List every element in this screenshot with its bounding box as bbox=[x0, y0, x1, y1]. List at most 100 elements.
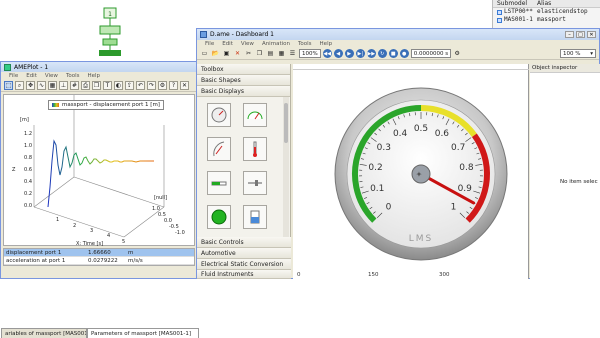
maximize-icon[interactable]: □ bbox=[576, 31, 585, 38]
help-icon[interactable]: ? bbox=[169, 81, 178, 90]
menu-file[interactable]: File bbox=[205, 40, 214, 48]
time-settings-icon[interactable]: ⚙ bbox=[453, 49, 462, 58]
close-plot-icon[interactable]: ✕ bbox=[180, 81, 189, 90]
quarter-gauge-widget-icon[interactable] bbox=[207, 137, 231, 161]
curve-icon[interactable]: ∿ bbox=[37, 81, 46, 90]
table-row[interactable]: displacement port 1 1.66660 m bbox=[4, 249, 194, 257]
bar-widget-icon[interactable] bbox=[207, 171, 231, 195]
thermometer-widget-icon[interactable] bbox=[243, 137, 267, 161]
open-icon[interactable]: 📂 bbox=[211, 49, 220, 58]
menu-help[interactable]: Help bbox=[88, 72, 101, 80]
variable-value: 1.66660 bbox=[86, 249, 126, 256]
dashboard-app-icon bbox=[200, 31, 207, 38]
menu-tools[interactable]: Tools bbox=[66, 72, 80, 80]
row-checkbox[interactable] bbox=[497, 10, 502, 15]
section-electrical-static-conversion[interactable]: Electrical Static Conversion bbox=[197, 259, 291, 270]
ruler-bottom: 0 150 300 bbox=[293, 272, 529, 279]
variable-name: acceleration at port 1 bbox=[4, 257, 86, 264]
dashboard-titlebar[interactable]: D.ame - Dashboard 1 – □ ✕ bbox=[197, 29, 599, 40]
tab-variables[interactable]: ariables of massport [MAS001-1] bbox=[1, 328, 87, 338]
menu-animation[interactable]: Animation bbox=[262, 40, 290, 48]
select-tool-icon[interactable]: ⬚ bbox=[4, 81, 13, 90]
toolbox-panel: Toolbox Basic Shapes Basic Displays bbox=[197, 64, 291, 279]
pan-icon[interactable]: ✥ bbox=[26, 81, 35, 90]
delete-icon[interactable]: ✕ bbox=[233, 49, 242, 58]
stop-icon[interactable]: ■ bbox=[389, 49, 398, 58]
rewind-icon[interactable]: ◀◀ bbox=[323, 49, 332, 58]
play-icon[interactable]: ▶ bbox=[345, 49, 354, 58]
scrollbar-thumb[interactable] bbox=[284, 103, 288, 143]
z-tick: 0.2 bbox=[24, 191, 32, 197]
ameplot-bottom-tabs: ariables of massport [MAS001-1] Paramete… bbox=[1, 328, 199, 338]
zoom-select[interactable]: 100 % ▾ bbox=[560, 49, 596, 58]
dashboard-canvas[interactable]: 00.10.20.30.40.50.60.70.80.91 ✦ LMS 0 15… bbox=[293, 64, 529, 279]
export-icon[interactable]: ⇪ bbox=[125, 81, 134, 90]
section-basic-displays[interactable]: Basic Displays bbox=[197, 86, 290, 97]
row-checkbox[interactable] bbox=[497, 18, 502, 23]
z-tick: 0.4 bbox=[24, 179, 32, 185]
loop-icon[interactable]: ↻ bbox=[378, 49, 387, 58]
submodel-table-header: Submodel Alias bbox=[493, 0, 600, 8]
x-tick: 5 bbox=[122, 239, 125, 245]
menu-help[interactable]: Help bbox=[320, 40, 333, 48]
grid-icon[interactable]: # bbox=[70, 81, 79, 90]
legend-label: massport - displacement port 1 [m] bbox=[62, 102, 160, 108]
toolbox-scrollbar[interactable] bbox=[283, 97, 289, 237]
menu-view[interactable]: View bbox=[45, 72, 58, 80]
menu-edit[interactable]: Edit bbox=[222, 40, 233, 48]
tank-widget-icon[interactable] bbox=[243, 205, 267, 229]
axis-icon[interactable]: ⊥ bbox=[59, 81, 68, 90]
slider-widget-icon[interactable] bbox=[243, 171, 267, 195]
paste-icon[interactable]: ▤ bbox=[266, 49, 275, 58]
color-icon[interactable]: ◐ bbox=[114, 81, 123, 90]
gauge-label: 0 bbox=[386, 203, 392, 213]
speed-select[interactable]: 100% bbox=[299, 49, 321, 58]
grid-icon[interactable]: ▦ bbox=[277, 49, 286, 58]
plot-area[interactable]: 1.2 1.0 0.8 0.6 0.4 0.2 0.0 [m] Z 1 2 3 … bbox=[3, 94, 195, 246]
text-icon[interactable]: T bbox=[103, 81, 112, 90]
gauge-widget-icon[interactable] bbox=[207, 103, 231, 127]
table-row[interactable]: LSTP00** elasticendstop bbox=[493, 8, 600, 16]
menu-file[interactable]: File bbox=[9, 72, 18, 80]
ameplot-titlebar[interactable]: AMEPlot - 1 bbox=[1, 62, 197, 72]
fast-forward-icon[interactable]: ▶▶ bbox=[367, 49, 376, 58]
zoom-icon[interactable]: ⌕ bbox=[15, 81, 24, 90]
print-icon[interactable]: ⎙ bbox=[81, 81, 90, 90]
save-icon[interactable]: ▣ bbox=[222, 49, 231, 58]
table-row[interactable]: acceleration at port 1 0.0279222 m/s/s bbox=[4, 257, 194, 265]
menu-view[interactable]: View bbox=[241, 40, 254, 48]
minimize-icon[interactable]: – bbox=[565, 31, 574, 38]
redo-icon[interactable]: ↷ bbox=[147, 81, 156, 90]
new-icon[interactable]: ▭ bbox=[200, 49, 209, 58]
section-basic-controls[interactable]: Basic Controls bbox=[197, 237, 291, 248]
section-basic-shapes[interactable]: Basic Shapes bbox=[197, 75, 290, 86]
copy-icon[interactable]: ❐ bbox=[92, 81, 101, 90]
variable-unit: m bbox=[126, 249, 194, 256]
align-icon[interactable]: ☰ bbox=[288, 49, 297, 58]
tab-parameters[interactable]: Parameters of massport [MAS001-1] bbox=[87, 328, 199, 338]
menu-edit[interactable]: Edit bbox=[26, 72, 37, 80]
cut-icon[interactable]: ✂ bbox=[244, 49, 253, 58]
gauge-widget[interactable]: 00.10.20.30.40.50.60.70.80.91 ✦ LMS bbox=[331, 84, 511, 264]
copy-icon[interactable]: ❐ bbox=[255, 49, 264, 58]
table-row[interactable]: MAS001-1 massport bbox=[493, 16, 600, 24]
section-fluid-instruments[interactable]: Fluid Instruments bbox=[197, 270, 291, 279]
time-field[interactable]: 0.0000000 s bbox=[411, 49, 451, 58]
settings-icon[interactable]: ⚙ bbox=[158, 81, 167, 90]
close-icon[interactable]: ✕ bbox=[587, 31, 596, 38]
section-automotive[interactable]: Automotive bbox=[197, 248, 291, 259]
sketch-component[interactable]: 1 bbox=[95, 6, 127, 58]
z-tick: 1.2 bbox=[24, 131, 32, 137]
table-icon[interactable]: ▦ bbox=[48, 81, 57, 90]
step-back-icon[interactable]: ◀ bbox=[334, 49, 343, 58]
undo-icon[interactable]: ↶ bbox=[136, 81, 145, 90]
x-axis-label: X: Time [s] bbox=[76, 241, 103, 247]
menu-tools[interactable]: Tools bbox=[298, 40, 312, 48]
record-icon[interactable]: ● bbox=[400, 49, 409, 58]
led-widget-icon[interactable] bbox=[207, 205, 231, 229]
column-submodel: Submodel bbox=[493, 0, 533, 7]
half-gauge-widget-icon[interactable] bbox=[243, 103, 267, 127]
step-forward-icon[interactable]: ▶| bbox=[356, 49, 365, 58]
plot-legend[interactable]: massport - displacement port 1 [m] bbox=[48, 100, 164, 110]
chevron-down-icon: ▾ bbox=[590, 51, 593, 57]
